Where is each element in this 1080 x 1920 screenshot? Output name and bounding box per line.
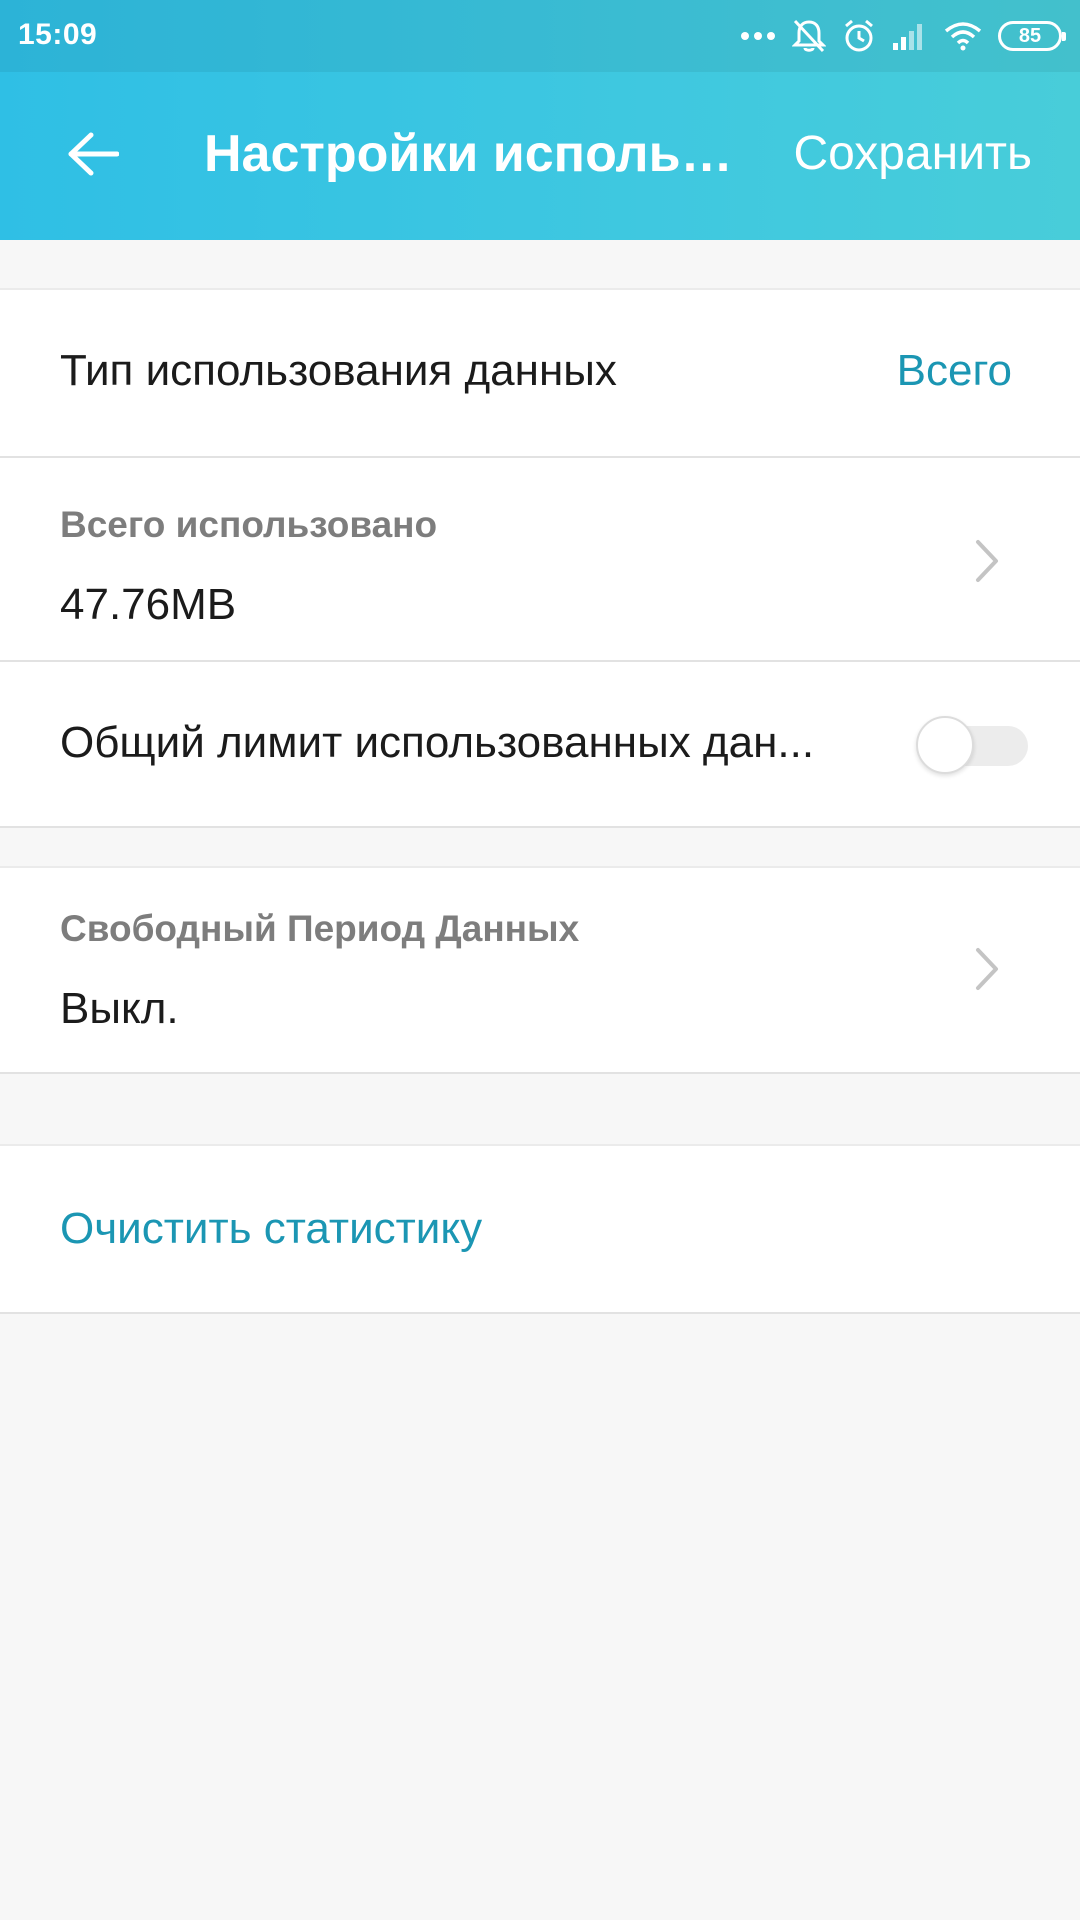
battery-icon: 85	[998, 21, 1066, 51]
save-button[interactable]: Сохранить	[793, 126, 1032, 181]
free-period-value: Выкл.	[60, 984, 179, 1033]
total-limit-row: Общий лимит использованных дан...	[0, 660, 1080, 826]
total-used-row[interactable]: Всего использовано 47.76MB	[0, 456, 1080, 660]
status-bar: 15:09 85	[0, 0, 1080, 72]
app-header: 15:09 85 Настройки использ... Сохранить	[0, 0, 1080, 240]
free-period-caption: Свободный Период Данных	[60, 908, 580, 949]
chevron-right-icon	[972, 538, 1002, 584]
wifi-icon	[944, 21, 982, 51]
app-bar: Настройки использ... Сохранить	[0, 72, 1080, 240]
free-period-section: Свободный Период Данных Выкл.	[0, 866, 1080, 1074]
arrow-left-icon	[67, 132, 120, 181]
data-usage-type-value: Всего	[896, 346, 1012, 395]
data-usage-type-row[interactable]: Тип использования данных Всего	[0, 290, 1080, 456]
data-usage-type-label: Тип использования данных	[60, 346, 617, 395]
total-used-value: 47.76MB	[60, 580, 237, 629]
page-title: Настройки использ...	[204, 125, 744, 183]
total-limit-toggle[interactable]	[916, 716, 1028, 774]
signal-icon	[892, 21, 928, 51]
chevron-right-icon	[972, 946, 1002, 992]
more-dots-icon	[740, 30, 776, 42]
battery-tip	[1062, 32, 1066, 41]
status-time: 15:09	[18, 18, 98, 51]
total-limit-label: Общий лимит использованных дан...	[60, 718, 815, 767]
back-button[interactable]	[58, 126, 128, 186]
alarm-icon	[842, 18, 876, 54]
battery-level: 85	[1018, 24, 1042, 47]
free-period-row[interactable]: Свободный Период Данных Выкл.	[0, 868, 1080, 1072]
toggle-knob	[916, 716, 974, 774]
total-used-caption: Всего использовано	[60, 504, 438, 545]
clear-stats-section: Очистить статистику	[0, 1144, 1080, 1314]
usage-settings-section: Тип использования данных Всего Всего исп…	[0, 288, 1080, 828]
clear-stats-row[interactable]: Очистить статистику	[0, 1146, 1080, 1312]
bell-muted-icon	[792, 18, 826, 54]
clear-stats-button[interactable]: Очистить статистику	[60, 1204, 482, 1254]
status-icons: 85	[740, 16, 1066, 56]
